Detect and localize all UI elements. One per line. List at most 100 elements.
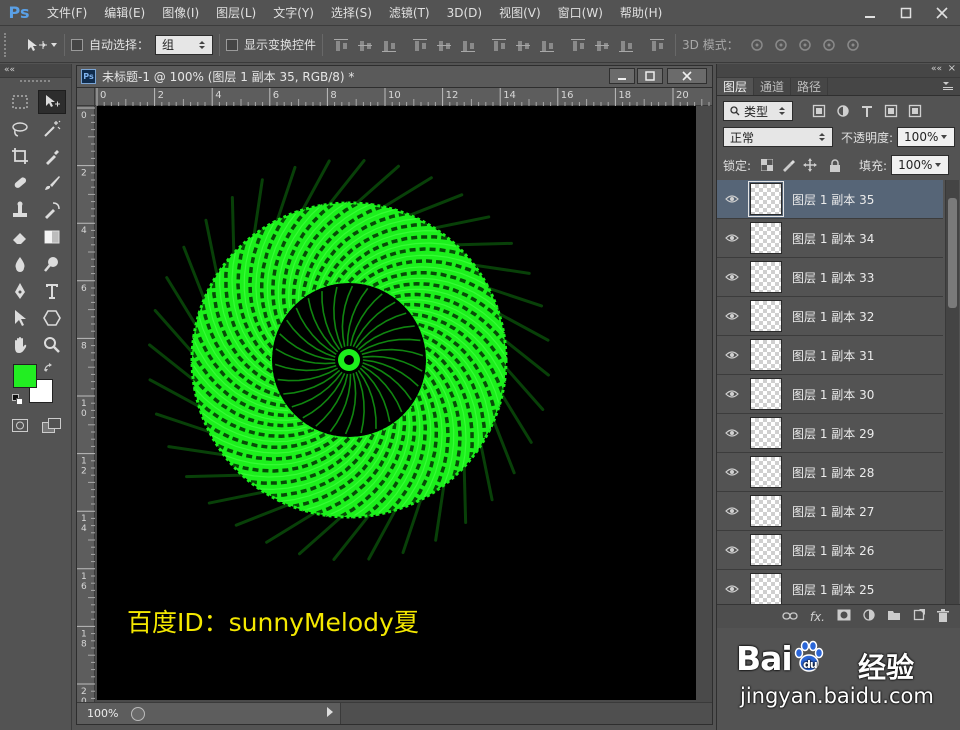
layer-thumbnail[interactable] [750,495,782,527]
rotate-3d-icon[interactable] [748,37,766,53]
visibility-eye-icon[interactable] [717,584,747,594]
group-folder-icon[interactable] [887,609,901,624]
menu-item-0[interactable]: 文件(F) [38,0,95,26]
filter-smart-icon[interactable] [908,104,922,118]
visibility-eye-icon[interactable] [717,233,747,243]
auto-select-dropdown[interactable]: 组 [155,34,214,55]
doc-minimize-icon[interactable] [609,68,635,84]
distribute-top-icon[interactable] [492,38,507,52]
restore-icon[interactable] [888,0,924,26]
align-left-icon[interactable] [413,38,428,52]
panel-tab-2[interactable]: 路径 [791,78,829,95]
visibility-eye-icon[interactable] [717,467,747,477]
crop-icon[interactable] [6,144,34,168]
filter-shape-icon[interactable] [884,104,898,118]
layer-list[interactable]: 图层 1 副本 35 图层 1 副本 34 图层 1 副本 33 图层 1 副本 32… [717,180,960,604]
healing-brush-icon[interactable] [6,171,34,195]
shape-icon[interactable] [38,306,66,330]
distribute-right-icon[interactable] [619,38,634,52]
auto-align-icon[interactable] [650,38,665,52]
distribute-hcenter-icon[interactable] [595,38,610,52]
canvas-area[interactable]: 百度ID：sunnyMelody夏 [95,106,712,702]
zoom-icon[interactable] [38,333,66,357]
filter-pixel-icon[interactable] [812,104,826,118]
panel-close-icon[interactable]: × [948,63,956,74]
align-bottom-icon[interactable] [382,38,397,52]
zoom-field[interactable]: 100% [77,707,127,720]
fill-field[interactable]: 100% [891,155,950,175]
align-right-icon[interactable] [461,38,476,52]
path-select-icon[interactable] [6,306,34,330]
visibility-eye-icon[interactable] [717,311,747,321]
opacity-field[interactable]: 100% [897,127,956,147]
layer-thumbnail[interactable] [748,181,784,217]
layer-row[interactable]: 图层 1 副本 32 [717,297,943,336]
menu-item-7[interactable]: 3D(D) [438,0,490,26]
filter-type-icon[interactable] [860,104,874,118]
move-tool-preset-icon[interactable] [24,36,58,54]
rect-marquee-icon[interactable] [6,90,34,114]
visibility-eye-icon[interactable] [717,428,747,438]
hand-icon[interactable] [6,333,34,357]
menu-item-6[interactable]: 滤镜(T) [380,0,438,26]
visibility-eye-icon[interactable] [717,350,747,360]
distribute-left-icon[interactable] [571,38,586,52]
doc-close-icon[interactable] [667,68,707,84]
image-canvas[interactable]: 百度ID：sunnyMelody夏 [97,106,696,700]
quick-mask-icon[interactable] [12,419,28,436]
distribute-bottom-icon[interactable] [540,38,555,52]
gradient-icon[interactable] [38,225,66,249]
pen-icon[interactable] [6,279,34,303]
layer-thumbnail[interactable] [750,456,782,488]
layer-style-icon[interactable]: fx. [810,610,825,624]
layer-thumbnail[interactable] [750,261,782,293]
menu-item-5[interactable]: 选择(S) [322,0,380,26]
menu-item-9[interactable]: 窗口(W) [549,0,611,26]
layer-thumbnail[interactable] [750,339,782,371]
roll-3d-icon[interactable] [772,37,790,53]
layer-row[interactable]: 图层 1 副本 25 [717,570,943,604]
horizontal-scrollbar[interactable] [340,703,712,724]
move-tool-icon[interactable] [38,90,66,114]
auto-select-checkbox[interactable] [71,38,83,51]
swap-colors-icon[interactable] [43,362,55,377]
layer-thumbnail[interactable] [750,573,782,604]
magic-wand-icon[interactable] [38,117,66,141]
status-menu-arrow-icon[interactable] [325,706,335,721]
lock-position-icon[interactable] [803,158,818,172]
layer-thumbnail[interactable] [750,222,782,254]
eraser-icon[interactable] [6,225,34,249]
document-tab[interactable]: Ps 未标题-1 @ 100% (图层 1 副本 35, RGB/8) * [77,66,712,88]
doc-info-icon[interactable] [131,706,145,721]
layer-row[interactable]: 图层 1 副本 33 [717,258,943,297]
lasso-icon[interactable] [6,117,34,141]
visibility-eye-icon[interactable] [717,545,747,555]
slide-3d-icon[interactable] [820,37,838,53]
menu-item-3[interactable]: 图层(L) [207,0,264,26]
scrollbar-thumb[interactable] [948,198,957,308]
layer-row[interactable]: 图层 1 副本 31 [717,336,943,375]
layer-thumbnail[interactable] [750,417,782,449]
menu-item-2[interactable]: 图像(I) [153,0,207,26]
lock-brush-icon[interactable] [781,158,796,172]
visibility-eye-icon[interactable] [717,506,747,516]
pan-3d-icon[interactable] [796,37,814,53]
history-brush-icon[interactable] [38,198,66,222]
layer-row[interactable]: 图层 1 副本 28 [717,453,943,492]
visibility-eye-icon[interactable] [717,389,747,399]
align-top-icon[interactable] [334,38,349,52]
clone-stamp-icon[interactable] [6,198,34,222]
doc-restore-icon[interactable] [637,68,663,84]
layer-row[interactable]: 图层 1 副本 34 [717,219,943,258]
brush-icon[interactable] [38,171,66,195]
link-layers-icon[interactable] [782,610,798,624]
menu-item-4[interactable]: 文字(Y) [264,0,322,26]
layer-row[interactable]: 图层 1 副本 27 [717,492,943,531]
layer-list-scrollbar[interactable] [945,180,959,604]
blend-mode-dropdown[interactable]: 正常 [723,127,833,147]
visibility-eye-icon[interactable] [717,272,747,282]
layer-row[interactable]: 图层 1 副本 29 [717,414,943,453]
horizontal-ruler[interactable]: 0 2 4 6 8 10 12 14 16 18 20 [95,88,712,106]
delete-layer-icon[interactable] [937,608,949,625]
dodge-icon[interactable] [38,252,66,276]
